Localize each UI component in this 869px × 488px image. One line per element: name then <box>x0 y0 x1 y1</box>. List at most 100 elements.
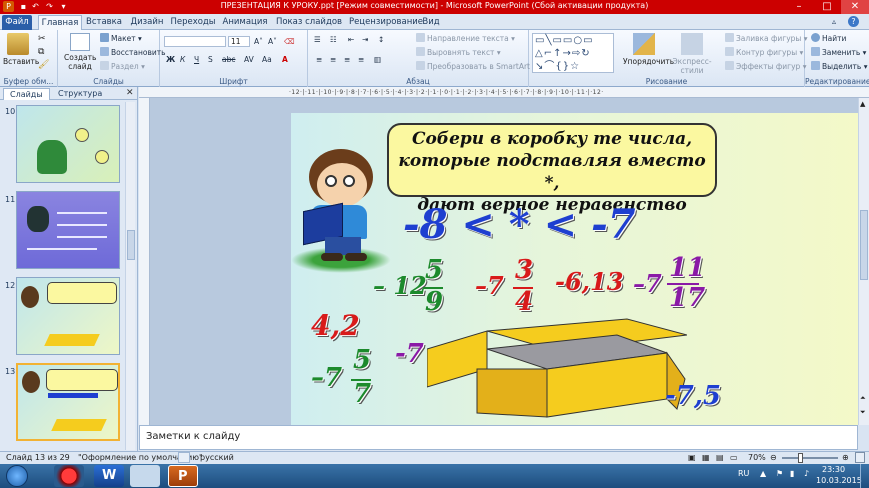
slideshow-view-icon[interactable]: ▭ <box>730 453 738 462</box>
thumbnails-scrollbar[interactable] <box>125 102 135 450</box>
taskbar-explorer[interactable] <box>130 465 160 487</box>
number-minus7-11-17[interactable]: –7 11 17 <box>633 253 713 317</box>
sorter-view-icon[interactable]: ▦ <box>702 453 710 462</box>
taskbar-opera[interactable] <box>54 465 84 487</box>
new-slide-button[interactable]: Создать слайд <box>64 33 96 71</box>
increase-indent-icon[interactable]: ⇥ <box>362 34 368 45</box>
maximize-icon[interactable]: □ <box>813 0 841 14</box>
italic-icon[interactable]: К <box>180 54 185 65</box>
number-minus7-5[interactable]: -7,5 <box>665 381 721 411</box>
taskbar-word[interactable]: W <box>94 465 124 487</box>
layout-button[interactable]: Макет ▾ <box>100 33 142 44</box>
scroll-up-icon[interactable]: ▲ <box>860 100 865 108</box>
align-left-icon[interactable]: ≡ <box>316 54 322 65</box>
tab-slideshow[interactable]: Показ слайдов <box>275 15 343 30</box>
numbering-icon[interactable]: ☷ <box>330 34 337 45</box>
spellcheck-icon[interactable] <box>178 452 190 463</box>
tab-view[interactable]: Вид <box>420 15 442 30</box>
zoom-slider[interactable] <box>782 453 838 463</box>
align-center-icon[interactable]: ≡ <box>330 54 336 65</box>
replace-button[interactable]: Заменить ▾ <box>811 47 866 58</box>
clear-format-icon[interactable]: ⌫ <box>284 36 295 47</box>
paste-button[interactable]: Вставить <box>3 33 39 66</box>
number-4-2[interactable]: 4,2 <box>311 309 360 342</box>
align-text-button[interactable]: Выровнять текст ▾ <box>416 47 501 58</box>
number-minus6-13[interactable]: -6,13 <box>555 267 623 296</box>
justify-icon[interactable]: ≡ <box>358 54 364 65</box>
tab-animation[interactable]: Анимация <box>221 15 269 30</box>
underline-icon[interactable]: Ч <box>194 54 199 65</box>
help-icon[interactable]: ? <box>848 16 859 27</box>
text-direction-button[interactable]: Направление текста ▾ <box>416 33 515 44</box>
shape-effects-button[interactable]: Эффекты фигур ▾ <box>725 61 806 72</box>
shapes-gallery[interactable]: ▭╲▭▭○▭ △⌐↑→⇨↻ ↘⌒{}☆ <box>532 33 614 73</box>
slide-thumbnail-12[interactable] <box>16 277 120 355</box>
fit-slide-icon[interactable] <box>855 452 865 463</box>
smartart-button[interactable]: Преобразовать в SmartArt ▾ <box>416 61 536 72</box>
close-icon[interactable]: ✕ <box>841 0 869 14</box>
arrange-button[interactable]: Упорядочить <box>623 33 674 66</box>
language-status[interactable]: русский <box>200 453 234 462</box>
tab-transitions[interactable]: Переходы <box>170 15 216 30</box>
scroll-thumb[interactable] <box>127 230 135 260</box>
grow-font-icon[interactable]: A˄ <box>254 36 263 47</box>
number-minus7[interactable]: -7 <box>395 339 424 369</box>
reading-view-icon[interactable]: ▤ <box>716 453 724 462</box>
slide-thumbnail-10[interactable] <box>16 105 120 183</box>
tab-file[interactable]: Файл <box>2 15 32 30</box>
zoom-in-icon[interactable]: ⊕ <box>842 453 849 462</box>
zoom-level[interactable]: 70% <box>748 453 766 462</box>
font-color-icon[interactable]: A <box>282 54 288 65</box>
shrink-font-icon[interactable]: A˅ <box>268 36 277 47</box>
columns-icon[interactable]: ▥ <box>374 54 381 65</box>
minimize-ribbon-icon[interactable]: ▵ <box>832 17 836 26</box>
minimize-icon[interactable]: – <box>785 0 813 14</box>
number-minus7-5-7[interactable]: –7 5 7 <box>311 345 371 419</box>
editor-scrollbar[interactable]: ▲ ⏶ ⏷ <box>858 98 869 425</box>
copy-icon[interactable]: ⧉ <box>38 47 44 57</box>
taskbar-powerpoint[interactable]: P <box>168 465 198 487</box>
next-slide-icon[interactable]: ⏷ <box>860 408 866 417</box>
tab-home[interactable]: Главная <box>38 15 82 30</box>
font-name-field[interactable] <box>164 36 226 47</box>
zoom-out-icon[interactable]: ⊖ <box>770 453 777 462</box>
slide-thumbnail-13-selected[interactable] <box>16 363 120 441</box>
clock-date[interactable]: 10.03.2015 <box>816 476 862 485</box>
spacing-icon[interactable]: AV <box>244 54 254 65</box>
scroll-thumb[interactable] <box>860 210 868 280</box>
shadow-icon[interactable]: S <box>208 54 213 65</box>
slide-thumbnail-11[interactable] <box>16 191 120 269</box>
case-icon[interactable]: Aa <box>262 54 272 65</box>
format-painter-icon[interactable]: 🖌 <box>38 60 49 70</box>
start-button[interactable] <box>6 465 28 487</box>
normal-view-icon[interactable]: ▣ <box>688 453 696 462</box>
tray-flag-icon[interactable]: ⚑ <box>776 469 783 478</box>
quick-styles-button[interactable]: Экспресс-стили <box>667 33 717 75</box>
clock-time[interactable]: 23:30 <box>822 465 845 474</box>
shape-fill-button[interactable]: Заливка фигуры ▾ <box>725 33 808 44</box>
prev-slide-icon[interactable]: ⏶ <box>860 394 866 403</box>
font-size-field[interactable]: 11 <box>228 36 250 47</box>
align-right-icon[interactable]: ≡ <box>344 54 350 65</box>
select-button[interactable]: Выделить ▾ <box>811 61 867 72</box>
zoom-slider-knob[interactable] <box>798 453 804 463</box>
show-desktop-button[interactable] <box>860 464 869 488</box>
strikethrough-icon[interactable]: abc <box>222 54 235 65</box>
cut-icon[interactable]: ✂ <box>38 34 46 44</box>
tray-network-icon[interactable]: ▮ <box>790 469 794 478</box>
tray-arrow-icon[interactable]: ▲ <box>760 469 766 478</box>
tray-volume-icon[interactable]: ♪ <box>804 469 809 478</box>
find-button[interactable]: Найти <box>811 33 846 44</box>
close-panel-icon[interactable]: ✕ <box>126 88 134 98</box>
tab-slides[interactable]: Слайды <box>3 88 50 100</box>
keyboard-language[interactable]: RU <box>738 469 749 478</box>
tab-design[interactable]: Дизайн <box>128 15 166 30</box>
reset-button[interactable]: Восстановить <box>100 47 166 58</box>
bullets-icon[interactable]: ☰ <box>314 34 321 45</box>
decrease-indent-icon[interactable]: ⇤ <box>348 34 354 45</box>
tab-insert[interactable]: Вставка <box>84 15 124 30</box>
section-button[interactable]: Раздел ▾ <box>100 61 145 72</box>
bold-icon[interactable]: Ж <box>166 54 175 65</box>
shape-outline-button[interactable]: Контур фигуры ▾ <box>725 47 803 58</box>
slide-canvas[interactable]: Собери в коробку те числа, которые подст… <box>291 113 861 425</box>
